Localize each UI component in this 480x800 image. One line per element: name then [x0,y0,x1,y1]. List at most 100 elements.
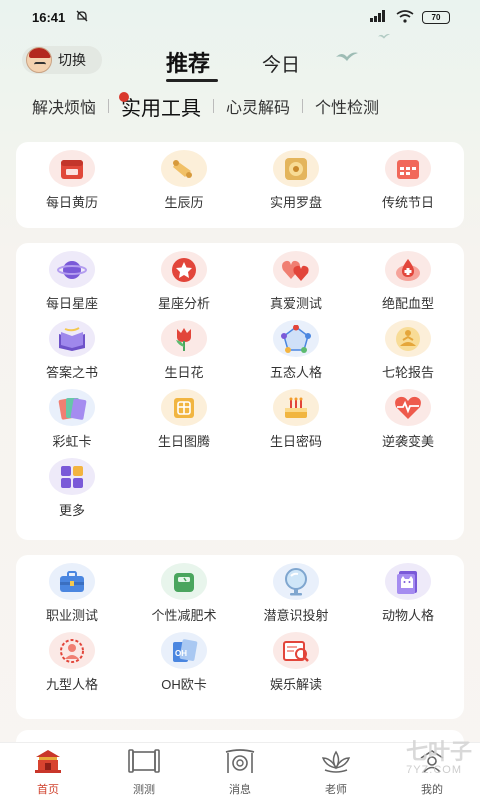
tool-label: 娱乐解读 [269,677,322,692]
magnifier-book-icon [273,632,319,669]
tab-today[interactable]: 今日 [262,50,300,77]
tool-label: 职业测试 [45,608,98,623]
subtab-worries[interactable]: 解决烦恼 [32,94,96,118]
calendar-red-icon [49,150,95,187]
tool-glow-up[interactable]: 逆袭变美 [352,381,464,450]
tool-birth-calendar[interactable]: 生辰历 [128,142,240,211]
signal-icon [370,10,388,24]
oh-card-icon: OH [161,632,207,669]
battery-icon: 70 [422,10,450,24]
nav-home[interactable]: 首页 [0,743,96,800]
hearts-icon [273,251,319,288]
mute-icon [75,9,89,26]
notification-dot [119,91,130,102]
book-icon [49,320,95,357]
tool-diet[interactable]: 个性减肥术 [128,555,240,624]
briefcase-icon [49,563,95,600]
tool-zodiac-analysis[interactable]: 星座分析 [128,243,240,312]
tab-recommend[interactable]: 推荐 [166,46,219,82]
tool-label: 真爱测试 [269,296,322,311]
tool-label: 潜意识投射 [263,608,329,623]
tool-more[interactable]: 更多 [16,450,128,519]
blood-drop-icon [385,251,431,288]
tool-chakra-report[interactable]: 七轮报告 [352,312,464,381]
tool-birthday-totem[interactable]: 生日图腾 [128,381,240,450]
tool-label: 动物人格 [381,608,434,623]
tools-card-tests: 职业测试 个性减肥术 潜意识投射 动物人格 九型人格 OH OH欧卡 娱乐解读 [16,555,464,719]
tool-label: 逆袭变美 [381,434,434,449]
tool-label: 更多 [58,503,85,518]
subtab-personality[interactable]: 个性检测 [315,94,379,118]
festival-calendar-icon [385,150,431,187]
tool-label: 生日密码 [269,434,322,449]
tool-label: 彩虹卡 [52,434,92,449]
tool-label: 生日花 [164,365,204,380]
tool-career-test[interactable]: 职业测试 [16,555,128,624]
rainbow-card-icon [49,389,95,426]
tools-card-fun: 每日星座 星座分析 真爱测试 绝配血型 答案之书 生日花 五态人格 七轮报告 彩… [16,243,464,540]
tool-daily-almanac[interactable]: 每日黄历 [16,142,128,211]
tool-subconscious[interactable]: 潜意识投射 [240,555,352,624]
tool-label: 五态人格 [269,365,322,380]
subtab-tools[interactable]: 实用工具 [119,91,202,121]
tool-label: OH欧卡 [161,677,207,692]
nav-teachers[interactable]: 老师 [288,743,384,800]
totem-icon [161,389,207,426]
tool-blood-type[interactable]: 绝配血型 [352,243,464,312]
tulip-icon [161,320,207,357]
tool-birthday-code[interactable]: 生日密码 [240,381,352,450]
nav-label: 老师 [325,784,347,796]
tool-label: 实用罗盘 [269,195,322,210]
mirror-icon [273,563,319,600]
tool-daily-horoscope[interactable]: 每日星座 [16,243,128,312]
bird-icon [336,50,358,66]
tool-label: 传统节日 [381,195,434,210]
tool-label: 九型人格 [45,677,98,692]
watermark-sub: 7YZ.COM [406,764,462,776]
avatar [26,47,52,73]
tool-animal-personality[interactable]: 动物人格 [352,555,464,624]
wifi-icon [396,9,414,25]
tool-label: 绝配血型 [381,296,434,311]
star-badge-icon [161,251,207,288]
scroll-frame-icon [127,748,161,779]
subtab-decode[interactable]: 心灵解码 [226,94,290,118]
tool-answer-book[interactable]: 答案之书 [16,312,128,381]
top-header: 切换 推荐 今日 [0,34,480,82]
scale-icon [161,563,207,600]
compass-icon [273,150,319,187]
heart-pulse-icon [385,389,431,426]
nav-messages[interactable]: 消息 [192,743,288,800]
tool-entertainment[interactable]: 娱乐解读 [240,624,352,693]
switch-label: 切换 [58,52,86,68]
cake-icon [273,389,319,426]
tools-card-basic: 每日黄历 生辰历 实用罗盘 传统节日 [16,142,464,228]
tool-label: 星座分析 [157,296,210,311]
tool-label: 生辰历 [164,195,204,210]
tool-compass[interactable]: 实用罗盘 [240,142,352,211]
network-icon [273,320,319,357]
tool-festival[interactable]: 传统节日 [352,142,464,211]
tool-label: 个性减肥术 [151,608,217,623]
tool-oh-card[interactable]: OH OH欧卡 [128,624,240,693]
subtab-tools-label: 实用工具 [121,97,202,120]
svg-text:OH: OH [175,649,187,658]
lotus-icon [320,748,352,779]
planet-icon [49,251,95,288]
tool-five-personality[interactable]: 五态人格 [240,312,352,381]
gong-icon [225,748,255,779]
nav-tests[interactable]: 测测 [96,743,192,800]
tool-birthday-flower[interactable]: 生日花 [128,312,240,381]
tool-label: 答案之书 [45,365,98,380]
tool-enneagram[interactable]: 九型人格 [16,624,128,693]
switch-button[interactable]: 切换 [22,46,102,74]
tool-label: 每日黄历 [45,195,98,210]
watermark-title: 七叶子 [405,739,472,764]
sub-tabs: 解决烦恼 实用工具 心灵解码 个性检测 [0,88,480,124]
tool-rainbow-card[interactable]: 彩虹卡 [16,381,128,450]
bird-icon [378,32,390,43]
tool-true-love[interactable]: 真爱测试 [240,243,352,312]
palace-icon [33,748,63,779]
nav-label: 测测 [133,784,155,796]
divider [213,99,215,113]
